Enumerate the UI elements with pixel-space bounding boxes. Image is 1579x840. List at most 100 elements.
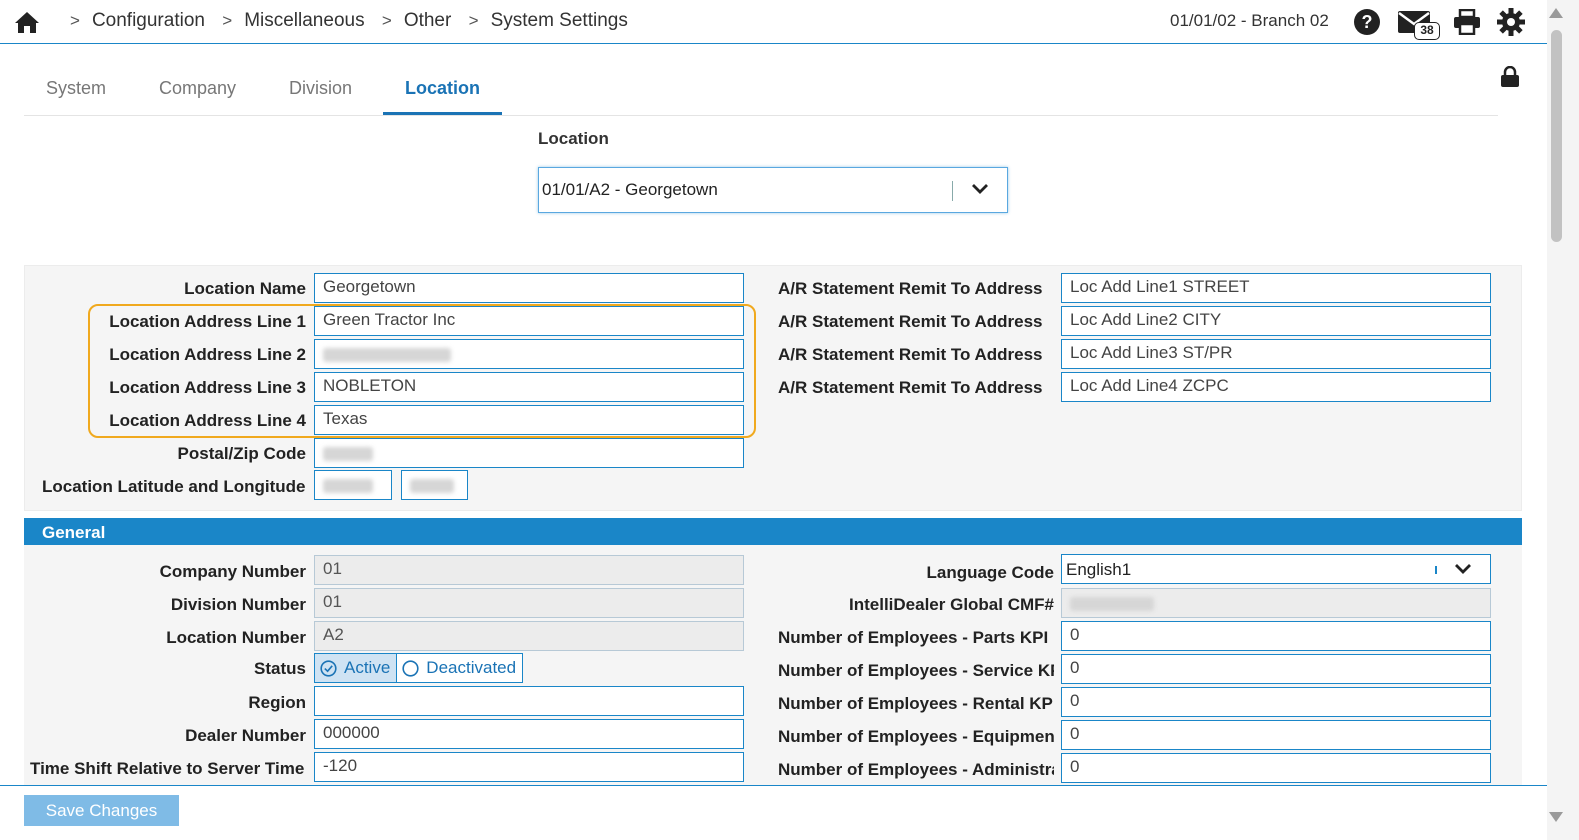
lat-long-label: Location Latitude and Longitude bbox=[42, 477, 306, 496]
ar-remit-address-2-label: A/R Statement Remit To Address bbox=[778, 312, 1043, 331]
lock-icon[interactable] bbox=[1500, 66, 1520, 88]
tab-location[interactable]: Location bbox=[405, 78, 480, 99]
status-active-label: Active bbox=[344, 658, 391, 677]
company-number-field: 01 bbox=[314, 555, 744, 585]
address-line-2-label: Location Address Line 2 bbox=[109, 345, 306, 364]
chevron-down-icon[interactable] bbox=[971, 183, 989, 195]
redacted-value bbox=[323, 348, 451, 362]
branch-indicator[interactable]: 01/01/02 - Branch 02 bbox=[1170, 11, 1329, 31]
dealer-number-label: Dealer Number bbox=[185, 726, 306, 745]
breadcrumb-miscellaneous[interactable]: Miscellaneous bbox=[244, 10, 364, 31]
chevron-down-icon[interactable] bbox=[1454, 563, 1472, 575]
location-number-field: A2 bbox=[314, 621, 744, 651]
latitude-input[interactable] bbox=[314, 470, 392, 500]
address-line-3-input[interactable]: NOBLETON bbox=[314, 372, 744, 402]
employees-equipment-label: Number of Employees - Equipment KPI bbox=[778, 727, 1054, 746]
address-line-4-input[interactable]: Texas bbox=[314, 405, 744, 435]
language-code-select[interactable]: English1 bbox=[1061, 554, 1491, 584]
company-number-label: Company Number bbox=[159, 562, 306, 581]
redacted-value bbox=[410, 479, 454, 493]
employees-parts-label: Number of Employees - Parts KPI bbox=[778, 628, 1049, 647]
redacted-value bbox=[323, 479, 373, 493]
tab-division[interactable]: Division bbox=[289, 78, 352, 99]
redacted-value bbox=[323, 447, 373, 461]
region-label: Region bbox=[248, 693, 306, 712]
breadcrumb-separator: > bbox=[222, 11, 233, 30]
division-number-field: 01 bbox=[314, 588, 744, 618]
postal-code-input[interactable] bbox=[314, 438, 744, 468]
general-section-header: General bbox=[24, 518, 1522, 547]
ar-remit-address-4-input[interactable]: Loc Add Line4 ZCPC bbox=[1061, 372, 1491, 402]
select-divider bbox=[952, 181, 953, 201]
global-cmf-label: IntelliDealer Global CMF# bbox=[849, 595, 1054, 614]
print-icon[interactable] bbox=[1453, 9, 1481, 35]
employees-rental-label: Number of Employees - Rental KPI bbox=[778, 694, 1054, 713]
breadcrumb-other[interactable]: Other bbox=[404, 10, 452, 31]
region-input[interactable] bbox=[314, 686, 744, 716]
address-line-1-label: Location Address Line 1 bbox=[109, 312, 306, 331]
breadcrumb: > Configuration > Miscellaneous > Other > Sy… bbox=[66, 10, 628, 32]
scrollbar-thumb[interactable] bbox=[1551, 30, 1562, 242]
select-divider bbox=[1435, 566, 1437, 574]
division-number-label: Division Number bbox=[170, 595, 306, 614]
longitude-input[interactable] bbox=[401, 470, 468, 500]
tab-system[interactable]: System bbox=[46, 78, 106, 99]
ar-remit-address-1-label: A/R Statement Remit To Address bbox=[778, 279, 1043, 298]
check-circle-icon bbox=[320, 659, 337, 677]
active-tab-indicator bbox=[383, 112, 502, 115]
address-line-2-input[interactable] bbox=[314, 339, 744, 369]
breadcrumb-separator: > bbox=[468, 11, 479, 30]
employees-service-input[interactable]: 0 bbox=[1061, 654, 1491, 684]
global-cmf-field bbox=[1061, 588, 1491, 618]
scroll-down-icon[interactable] bbox=[1549, 812, 1563, 822]
location-name-label: Location Name bbox=[184, 279, 306, 298]
status-radio-group: Active Deactivated bbox=[314, 653, 524, 683]
ar-remit-address-3-input[interactable]: Loc Add Line3 ST/PR bbox=[1061, 339, 1491, 369]
mail-count-badge: 38 bbox=[1414, 22, 1440, 40]
breadcrumb-system-settings: System Settings bbox=[490, 10, 628, 31]
employees-admin-input[interactable]: 0 bbox=[1061, 753, 1491, 783]
location-select-label: Location bbox=[538, 129, 609, 148]
tab-company[interactable]: Company bbox=[159, 78, 236, 99]
ar-remit-address-1-input[interactable]: Loc Add Line1 STREET bbox=[1061, 273, 1491, 303]
location-name-input[interactable]: Georgetown bbox=[314, 273, 744, 303]
language-code-label: Language Code bbox=[926, 563, 1054, 582]
location-select-value: 01/01/A2 - Georgetown bbox=[542, 180, 718, 199]
footer-bar bbox=[0, 785, 1547, 840]
status-deactivated-label: Deactivated bbox=[426, 658, 517, 677]
employees-admin-label: Number of Employees - Administration KPI bbox=[778, 760, 1054, 779]
scroll-up-icon[interactable] bbox=[1549, 8, 1563, 18]
time-shift-input[interactable]: -120 bbox=[314, 752, 744, 782]
postal-code-label: Postal/Zip Code bbox=[177, 444, 306, 463]
save-changes-button[interactable]: Save Changes bbox=[24, 795, 179, 826]
radio-empty-icon bbox=[402, 659, 419, 677]
help-icon[interactable]: ? bbox=[1353, 8, 1381, 36]
dealer-number-input[interactable]: 000000 bbox=[314, 719, 744, 749]
employees-rental-input[interactable]: 0 bbox=[1061, 687, 1491, 717]
home-icon[interactable] bbox=[14, 10, 40, 34]
address-line-3-label: Location Address Line 3 bbox=[109, 378, 306, 397]
status-deactivated-option[interactable]: Deactivated bbox=[397, 653, 524, 683]
top-bar: > Configuration > Miscellaneous > Other > Sy… bbox=[0, 0, 1547, 44]
breadcrumb-separator: > bbox=[70, 11, 80, 30]
employees-parts-input[interactable]: 0 bbox=[1061, 621, 1491, 651]
status-active-option[interactable]: Active bbox=[314, 653, 398, 683]
breadcrumb-separator: > bbox=[381, 11, 392, 30]
settings-tabs: System Company Division Location bbox=[24, 70, 1498, 116]
address-line-1-input[interactable]: Green Tractor Inc bbox=[314, 306, 744, 336]
employees-equipment-input[interactable]: 0 bbox=[1061, 720, 1491, 750]
language-code-value: English1 bbox=[1066, 560, 1132, 579]
gear-icon[interactable] bbox=[1497, 8, 1525, 36]
ar-remit-address-2-input[interactable]: Loc Add Line2 CITY bbox=[1061, 306, 1491, 336]
time-shift-label: Time Shift Relative to Server Time bbox=[30, 759, 305, 778]
redacted-value bbox=[1070, 597, 1154, 611]
ar-remit-address-3-label: A/R Statement Remit To Address bbox=[778, 345, 1043, 364]
address-line-4-label: Location Address Line 4 bbox=[109, 411, 306, 430]
svg-text:?: ? bbox=[1362, 12, 1373, 32]
status-label: Status bbox=[254, 659, 306, 678]
location-select[interactable]: 01/01/A2 - Georgetown bbox=[538, 167, 1008, 213]
general-section-title: General bbox=[42, 523, 106, 542]
location-number-label: Location Number bbox=[166, 628, 306, 647]
breadcrumb-configuration[interactable]: Configuration bbox=[92, 10, 205, 31]
employees-service-label: Number of Employees - Service KPI bbox=[778, 661, 1054, 680]
